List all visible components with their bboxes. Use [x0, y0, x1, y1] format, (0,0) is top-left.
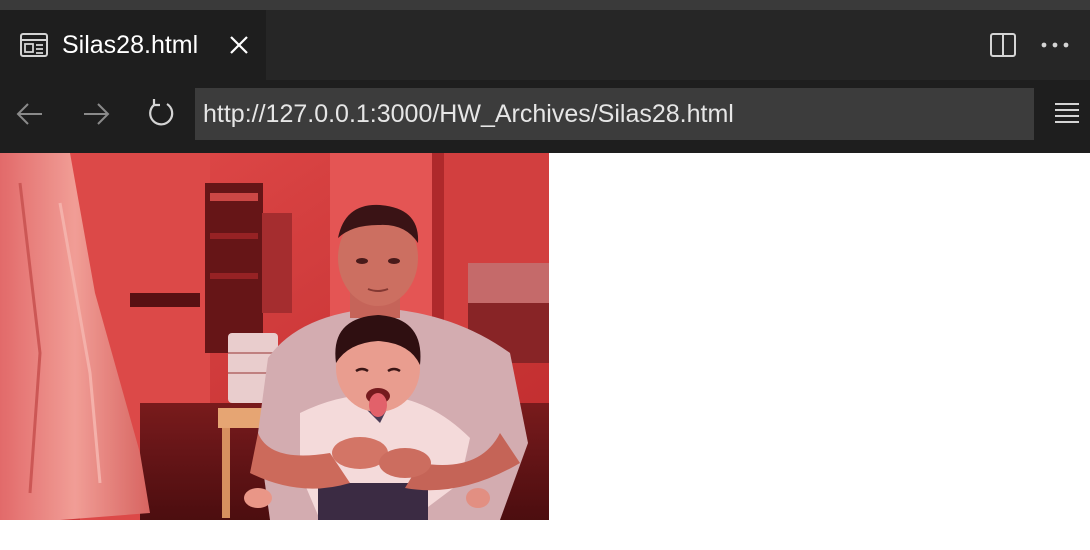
- tab-title: Silas28.html: [62, 31, 199, 59]
- forward-arrow-icon[interactable]: [80, 98, 112, 130]
- family-photo: [0, 153, 549, 520]
- browser-preview-window: Silas28.html http://127.0.0.1:3000/HW_Ar…: [0, 0, 1090, 550]
- page-viewport: [0, 153, 1090, 550]
- preview-page-icon: [19, 32, 49, 58]
- tab-silas28[interactable]: Silas28.html: [0, 10, 266, 80]
- split-editor-icon[interactable]: [989, 32, 1017, 58]
- more-actions-icon[interactable]: [1039, 35, 1071, 55]
- url-input[interactable]: http://127.0.0.1:3000/HW_Archives/Silas2…: [195, 88, 1034, 140]
- hamburger-menu-icon[interactable]: [1053, 100, 1081, 126]
- back-arrow-icon[interactable]: [14, 98, 46, 130]
- tab-bar: Silas28.html: [0, 10, 1090, 80]
- close-icon[interactable]: [228, 34, 250, 56]
- window-top-strip: [0, 0, 1090, 10]
- reload-icon[interactable]: [145, 97, 177, 129]
- browser-toolbar: http://127.0.0.1:3000/HW_Archives/Silas2…: [0, 80, 1090, 153]
